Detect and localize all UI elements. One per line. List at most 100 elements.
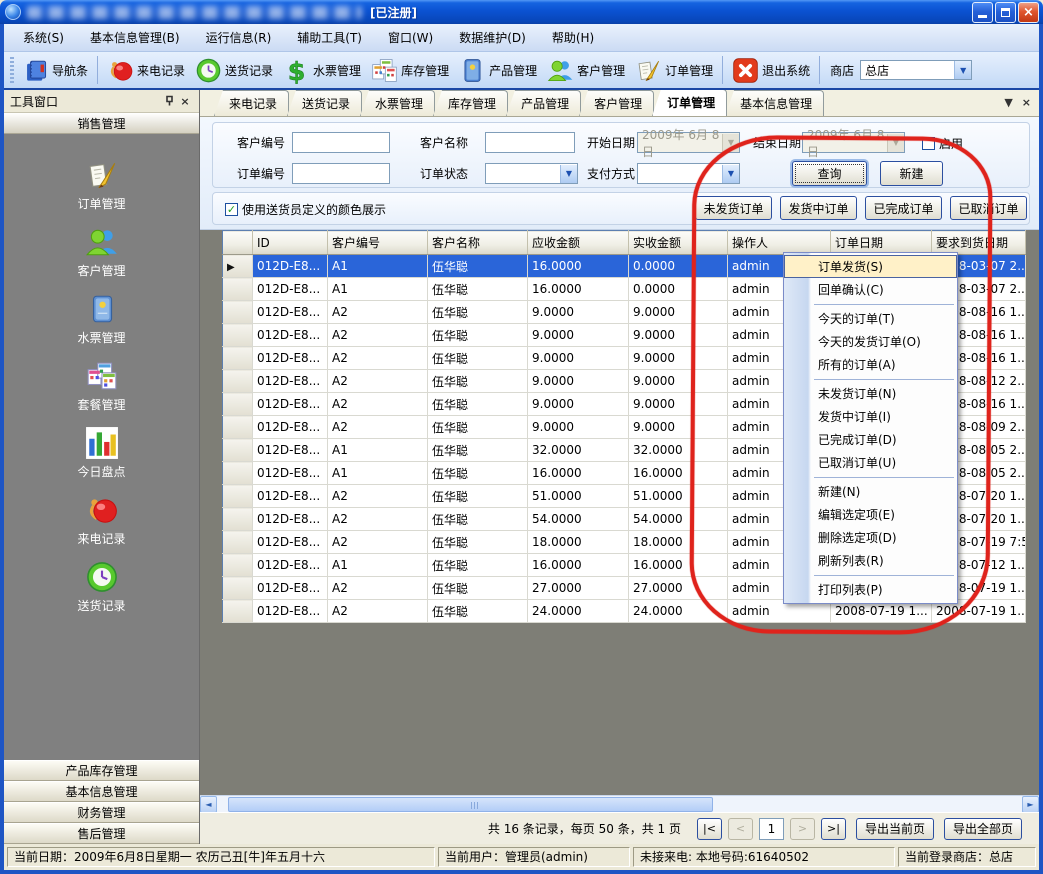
toolbar-customers-button[interactable]: 客户管理	[542, 54, 630, 87]
toolbar-delivery-records-button[interactable]: 送货记录	[190, 54, 278, 87]
new-button[interactable]: 新建	[880, 161, 943, 186]
row-selector[interactable]	[223, 600, 253, 623]
export-all-pages-button[interactable]: 导出全部页	[944, 818, 1022, 840]
prev-page-button[interactable]: <	[728, 818, 753, 840]
sidebar-item-water-ticket-management[interactable]: 水票管理	[42, 292, 162, 346]
chevron-down-icon[interactable]: ▼	[722, 165, 739, 183]
sidebar-section-sales[interactable]: 销售管理	[4, 113, 199, 134]
tab-basic-info[interactable]: 基本信息管理	[725, 90, 824, 116]
tab-orders[interactable]: 订单管理	[652, 90, 727, 116]
pin-icon[interactable]	[161, 93, 177, 109]
context-menu-item[interactable]: 打印列表(P)	[784, 578, 957, 601]
context-menu-item[interactable]: 今天的订单(T)	[784, 307, 957, 330]
last-page-button[interactable]: >|	[821, 818, 846, 840]
menubar-item[interactable]: 基本信息管理(B)	[77, 25, 193, 50]
tab-water-tickets[interactable]: 水票管理	[360, 90, 435, 116]
sidebar-item-today-inventory[interactable]: 今日盘点	[42, 426, 162, 480]
menubar-item[interactable]: 窗口(W)	[375, 25, 446, 50]
tab-customers[interactable]: 客户管理	[579, 90, 654, 116]
query-button[interactable]: 查询	[792, 161, 867, 186]
tab-close-icon[interactable]: ×	[1022, 96, 1031, 109]
enable-checkbox[interactable]: 启用	[922, 135, 963, 152]
context-menu-item[interactable]: 发货中订单(I)	[784, 405, 957, 428]
toolbar-inventory-button[interactable]: 库存管理	[366, 54, 454, 87]
toolbar-products-button[interactable]: 产品管理	[454, 54, 542, 87]
context-menu-item[interactable]: 未发货订单(N)	[784, 382, 957, 405]
pay-method-select[interactable]: ▼	[637, 163, 740, 184]
start-date-picker[interactable]: 2009年 6月 8日 ▼	[637, 132, 740, 153]
menubar-item[interactable]: 运行信息(R)	[193, 25, 285, 50]
sidebar-item-package-management[interactable]: 套餐管理	[42, 359, 162, 413]
close-icon[interactable]: ×	[177, 93, 193, 109]
sidebar-item-call-records[interactable]: 来电记录	[42, 493, 162, 547]
toolbar-exit-button[interactable]: 退出系统	[727, 54, 815, 87]
toolbar-call-records-button[interactable]: 来电记录	[102, 54, 190, 87]
sidebar-section-bar[interactable]: 财务管理	[4, 802, 199, 823]
minimize-button[interactable]	[972, 2, 993, 23]
customer-name-input[interactable]	[485, 132, 575, 153]
tab-scroll-dropdown-icon[interactable]: ▼	[1004, 96, 1012, 109]
row-selector[interactable]	[223, 439, 253, 462]
row-selector[interactable]	[223, 255, 253, 278]
sidebar-item-order-management[interactable]: 订单管理	[42, 158, 162, 212]
sidebar-item-customer-management[interactable]: 客户管理	[42, 225, 162, 279]
row-selector[interactable]	[223, 577, 253, 600]
color-display-checkbox[interactable]: ✓ 使用送货员定义的颜色展示	[225, 201, 386, 218]
menubar-item[interactable]: 辅助工具(T)	[284, 25, 375, 50]
menubar-item[interactable]: 系统(S)	[10, 25, 77, 50]
cancelled-orders-button[interactable]: 已取消订单	[950, 196, 1027, 220]
row-selector[interactable]	[223, 416, 253, 439]
scroll-right-icon[interactable]: ►	[1022, 796, 1039, 813]
tab-inventory[interactable]: 库存管理	[433, 90, 508, 116]
column-header-required-date[interactable]: 要求到货日期	[932, 231, 1026, 255]
scrollbar-thumb[interactable]	[228, 797, 713, 812]
context-menu-item[interactable]: 新建(N)	[784, 480, 957, 503]
row-selector[interactable]	[223, 554, 253, 577]
next-page-button[interactable]: >	[790, 818, 815, 840]
end-date-picker[interactable]: 2009年 6月 8日 ▼	[802, 132, 905, 153]
row-selector[interactable]	[223, 531, 253, 554]
chevron-down-icon[interactable]: ▼	[954, 61, 971, 79]
context-menu-item[interactable]: 订单发货(S)	[784, 255, 957, 278]
first-page-button[interactable]: |<	[697, 818, 722, 840]
horizontal-scrollbar[interactable]: ◄ ►	[200, 795, 1039, 812]
page-number-input[interactable]	[759, 818, 784, 840]
column-header-order-date[interactable]: 订单日期	[831, 231, 932, 255]
order-status-select[interactable]: ▼	[485, 163, 578, 184]
tab-delivery-records[interactable]: 送货记录	[287, 90, 362, 116]
tab-call-records[interactable]: 来电记录	[214, 90, 289, 116]
tab-products[interactable]: 产品管理	[506, 90, 581, 116]
shop-select[interactable]: 总店 ▼	[860, 60, 972, 80]
order-no-input[interactable]	[292, 163, 390, 184]
context-menu-item[interactable]: 删除选定项(D)	[784, 526, 957, 549]
column-header-id[interactable]: ID	[253, 231, 328, 255]
customer-no-input[interactable]	[292, 132, 390, 153]
toolbar-navigator-button[interactable]: 导航条	[17, 54, 93, 87]
completed-orders-button[interactable]: 已完成订单	[865, 196, 942, 220]
context-menu-item[interactable]: 所有的订单(A)	[784, 353, 957, 376]
column-header-operator[interactable]: 操作人	[728, 231, 831, 255]
column-header-customer-name[interactable]: 客户名称	[428, 231, 528, 255]
export-current-page-button[interactable]: 导出当前页	[856, 818, 934, 840]
context-menu-item[interactable]: 今天的发货订单(O)	[784, 330, 957, 353]
context-menu-item[interactable]: 已完成订单(D)	[784, 428, 957, 451]
menubar-item[interactable]: 数据维护(D)	[446, 25, 539, 50]
toolbar-orders-button[interactable]: 订单管理	[630, 54, 718, 87]
sidebar-item-delivery-records[interactable]: 送货记录	[42, 560, 162, 614]
row-selector[interactable]	[223, 324, 253, 347]
close-button[interactable]: ×	[1018, 2, 1039, 23]
row-selector[interactable]	[223, 347, 253, 370]
shipping-orders-button[interactable]: 发货中订单	[780, 196, 857, 220]
row-selector[interactable]	[223, 278, 253, 301]
sidebar-section-bar[interactable]: 基本信息管理	[4, 781, 199, 802]
context-menu-item[interactable]: 刷新列表(R)	[784, 549, 957, 572]
context-menu-item[interactable]: 已取消订单(U)	[784, 451, 957, 474]
column-header-receivable[interactable]: 应收金额	[528, 231, 629, 255]
scroll-left-icon[interactable]: ◄	[200, 796, 217, 813]
context-menu-item[interactable]: 回单确认(C)	[784, 278, 957, 301]
unshipped-orders-button[interactable]: 未发货订单	[695, 196, 772, 220]
sidebar-section-bar[interactable]: 售后管理	[4, 823, 199, 844]
row-selector[interactable]	[223, 508, 253, 531]
row-selector[interactable]	[223, 485, 253, 508]
toolbar-water-tickets-button[interactable]: 水票管理	[278, 54, 366, 87]
